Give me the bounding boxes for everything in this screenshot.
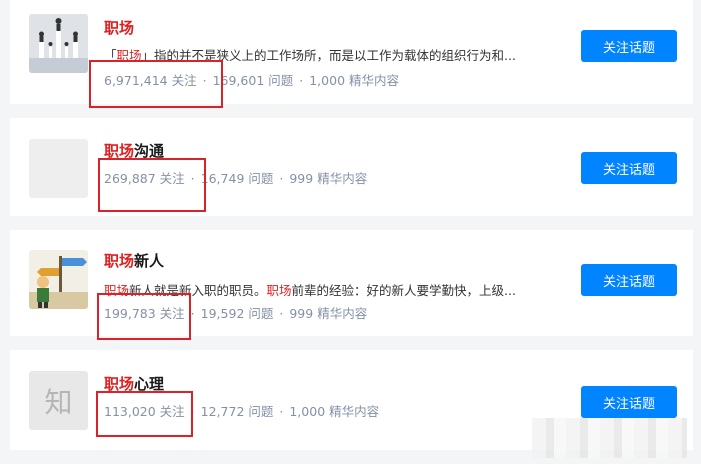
essence-count[interactable]: 999 精华内容 [289, 306, 367, 321]
annotation-box [97, 293, 191, 340]
follow-topic-button[interactable]: 关注话题 [581, 386, 677, 418]
topic-title[interactable]: 职场 [104, 17, 134, 38]
follow-topic-button[interactable]: 关注话题 [581, 264, 677, 296]
separator: · [279, 404, 284, 419]
title-highlight: 职场 [104, 252, 135, 270]
title-rest: 新人 [134, 252, 165, 270]
essence-count[interactable]: 1,000 精华内容 [309, 73, 399, 88]
desc-highlight: 职场 [266, 283, 292, 298]
blurred-watermark [532, 418, 687, 458]
follow-topic-button[interactable]: 关注话题 [581, 30, 677, 62]
annotation-box [89, 60, 223, 108]
zhihu-default-icon[interactable]: 知 [29, 371, 88, 430]
separator: · [299, 73, 304, 88]
annotation-box [98, 158, 206, 212]
questions-count[interactable]: 16,749 问题 [201, 171, 274, 186]
questions-count[interactable]: 19,592 问题 [201, 306, 274, 321]
desc-text: 前辈的经验：好的新人要学勤快，上级... [291, 283, 516, 298]
title-highlight: 职场 [104, 19, 135, 37]
questions-count[interactable]: 12,772 问题 [201, 404, 274, 419]
crossroads-person-image[interactable] [29, 250, 88, 309]
separator: · [279, 171, 284, 186]
essence-count[interactable]: 1,000 精华内容 [289, 404, 379, 419]
questions-count[interactable]: 169,601 问题 [213, 73, 294, 88]
follow-topic-button[interactable]: 关注话题 [581, 152, 677, 184]
workplace-ladder-image[interactable] [29, 14, 88, 73]
separator: · [190, 306, 195, 321]
topic-title[interactable]: 职场新人 [104, 250, 164, 271]
annotation-box [96, 391, 193, 437]
essence-count[interactable]: 999 精华内容 [289, 171, 367, 186]
separator: · [279, 306, 284, 321]
placeholder-image[interactable] [29, 139, 88, 198]
